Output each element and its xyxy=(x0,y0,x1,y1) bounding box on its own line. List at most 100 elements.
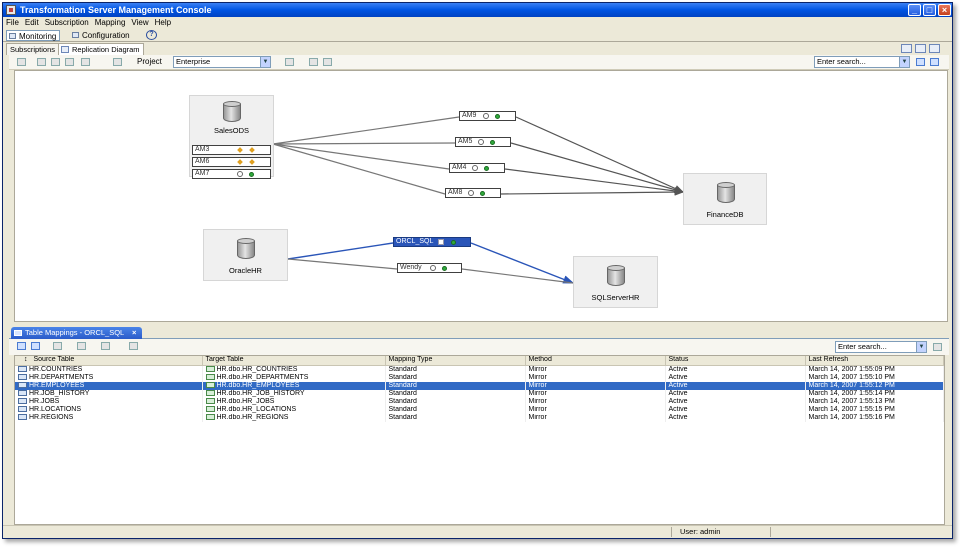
target-table-cell: HR.dbo.HR_JOB_HISTORY xyxy=(202,389,386,398)
delete-icon[interactable] xyxy=(81,58,90,66)
mapping-type-cell: Standard xyxy=(385,389,526,398)
view-menu-icon[interactable] xyxy=(901,44,912,53)
subscription-am5-label: AM5 xyxy=(458,138,473,145)
refresh-icon[interactable] xyxy=(17,58,26,66)
database-icon xyxy=(607,265,625,287)
status-cell: Active xyxy=(665,389,806,398)
close-tab-icon[interactable]: × xyxy=(132,328,136,337)
search-up-icon[interactable] xyxy=(930,58,939,66)
menu-view[interactable]: View xyxy=(128,17,151,29)
table-row[interactable]: HR.DEPARTMENTS HR.dbo.HR_DEPARTMENTS Sta… xyxy=(15,373,944,382)
replication-method-icon[interactable] xyxy=(53,342,62,350)
menu-edit[interactable]: Edit xyxy=(22,17,42,29)
maximize-button[interactable]: □ xyxy=(923,4,936,16)
tab-table-mappings[interactable]: Table Mappings - ORCL_SQL × xyxy=(11,327,143,339)
subscription-am5[interactable]: AM5 xyxy=(455,137,511,147)
table-row[interactable]: HR.REGIONS HR.dbo.HR_REGIONS Standard Mi… xyxy=(15,413,944,422)
subscription-am4-label: AM4 xyxy=(452,164,467,171)
diagram-search-placeholder: Enter search... xyxy=(817,57,866,66)
menu-subscription[interactable]: Subscription xyxy=(42,17,92,29)
active-status-icon xyxy=(480,191,485,196)
map-tables-icon[interactable] xyxy=(17,342,26,350)
subscription-orcl-sql[interactable]: ORCL_SQL xyxy=(393,237,471,247)
subscription-am8-label: AM8 xyxy=(448,189,463,196)
table-row-selected[interactable]: HR.EMPLOYEES HR.dbo.HR_EMPLOYEES Standar… xyxy=(15,381,944,390)
table-row[interactable]: HR.LOCATIONS HR.dbo.HR_LOCATIONS Standar… xyxy=(15,405,944,414)
database-icon xyxy=(223,101,241,123)
subscription-am8[interactable]: AM8 xyxy=(445,188,501,198)
idle-status-icon xyxy=(430,265,436,271)
clear-filter-icon[interactable] xyxy=(933,343,942,351)
status-cell: Active xyxy=(665,381,806,390)
method-cell: Mirror xyxy=(525,365,666,374)
status-cell: Active xyxy=(665,405,806,414)
target-table-cell: HR.dbo.HR_COUNTRIES xyxy=(202,365,386,374)
database-icon xyxy=(237,238,255,260)
stop-mirroring-icon[interactable] xyxy=(51,58,60,66)
perspective-monitoring[interactable]: Monitoring xyxy=(6,30,61,41)
zoom-icon[interactable] xyxy=(285,58,294,66)
table-row[interactable]: HR.JOB_HISTORY HR.dbo.HR_JOB_HISTORY Sta… xyxy=(15,389,944,398)
column-header-source-table[interactable]: ↕ Source Table xyxy=(15,356,203,366)
table-mappings-toolbar: Enter search... ▼ xyxy=(9,339,949,355)
subscription-am6[interactable]: AM6 xyxy=(192,157,271,167)
menu-file[interactable]: File xyxy=(3,17,22,29)
table-icon xyxy=(205,373,215,380)
table-icon xyxy=(205,413,215,420)
target-table-text: HR.dbo.HR_DEPARTMENTS xyxy=(216,373,309,381)
target-table-text: HR.dbo.HR_JOB_HISTORY xyxy=(216,389,305,397)
close-button[interactable]: × xyxy=(938,4,951,16)
table-row[interactable]: HR.JOBS HR.dbo.HR_JOBS Standard Mirror A… xyxy=(15,397,944,406)
window-title: Transformation Server Management Console xyxy=(20,5,212,15)
minimize-view-icon[interactable] xyxy=(915,44,926,53)
column-header-mapping-type[interactable]: Mapping Type xyxy=(385,356,526,366)
subscription-am7[interactable]: AM7 xyxy=(192,169,271,179)
column-header-last-refresh[interactable]: Last Refresh xyxy=(805,356,944,366)
search-down-icon[interactable] xyxy=(916,58,925,66)
mapping-options-icon[interactable] xyxy=(101,342,110,350)
table-row[interactable]: HR.COUNTRIES HR.dbo.HR_COUNTRIES Standar… xyxy=(15,365,944,374)
help-icon[interactable]: ? xyxy=(146,30,157,40)
menu-mapping[interactable]: Mapping xyxy=(92,17,129,29)
subscription-am9[interactable]: AM9 xyxy=(459,111,516,121)
subscription-am3[interactable]: AM3 xyxy=(192,145,271,155)
table-icon xyxy=(18,373,27,380)
table-icon xyxy=(18,389,27,396)
title-bar[interactable]: Transformation Server Management Console… xyxy=(3,3,952,17)
column-header-method[interactable]: Method xyxy=(525,356,666,366)
start-mirroring-icon[interactable] xyxy=(37,58,46,66)
refresh-subscription-icon[interactable] xyxy=(65,58,74,66)
project-select[interactable]: Enterprise ▼ xyxy=(173,56,271,68)
fit-to-window-icon[interactable] xyxy=(323,58,332,66)
last-refresh-cell: March 14, 2007 1:55:16 PM xyxy=(805,413,944,422)
column-header-target-table[interactable]: Target Table xyxy=(202,356,386,366)
maximize-view-icon[interactable] xyxy=(929,44,940,53)
minimize-button[interactable]: _ xyxy=(908,4,921,16)
edit-mapping-icon[interactable] xyxy=(31,342,40,350)
table-icon xyxy=(18,413,27,420)
layout-icon[interactable] xyxy=(113,58,122,66)
tab-replication-diagram[interactable]: Replication Diagram xyxy=(58,43,144,55)
subscription-am4[interactable]: AM4 xyxy=(449,163,505,173)
menu-help[interactable]: Help xyxy=(152,17,174,29)
status-user: User: admin xyxy=(671,527,771,537)
flag-refresh-icon[interactable] xyxy=(77,342,86,350)
datastore-sqlserverhr[interactable]: SQLServerHR xyxy=(573,256,658,308)
mapping-type-cell: Standard xyxy=(385,373,526,382)
datastore-oraclehr[interactable]: OracleHR xyxy=(203,229,288,281)
table-search-input[interactable]: Enter search... ▼ xyxy=(835,341,927,353)
diagram-search-input[interactable]: Enter search... ▼ xyxy=(814,56,910,68)
app-icon xyxy=(6,5,16,15)
target-table-text: HR.dbo.HR_EMPLOYEES xyxy=(216,381,300,389)
mapping-type-cell: Standard xyxy=(385,413,526,422)
tab-subscriptions[interactable]: Subscriptions xyxy=(6,43,60,55)
column-header-status[interactable]: Status xyxy=(665,356,806,366)
table-icon xyxy=(18,365,27,372)
print-icon[interactable] xyxy=(309,58,318,66)
sync-icon[interactable] xyxy=(129,342,138,350)
datastore-financedb[interactable]: FinanceDB xyxy=(683,173,767,225)
perspective-configuration[interactable]: Configuration xyxy=(70,30,133,41)
subscription-wendy[interactable]: Wendy xyxy=(397,263,462,273)
target-table-cell: HR.dbo.HR_EMPLOYEES xyxy=(202,381,386,390)
chevron-down-icon: ▼ xyxy=(260,57,270,67)
